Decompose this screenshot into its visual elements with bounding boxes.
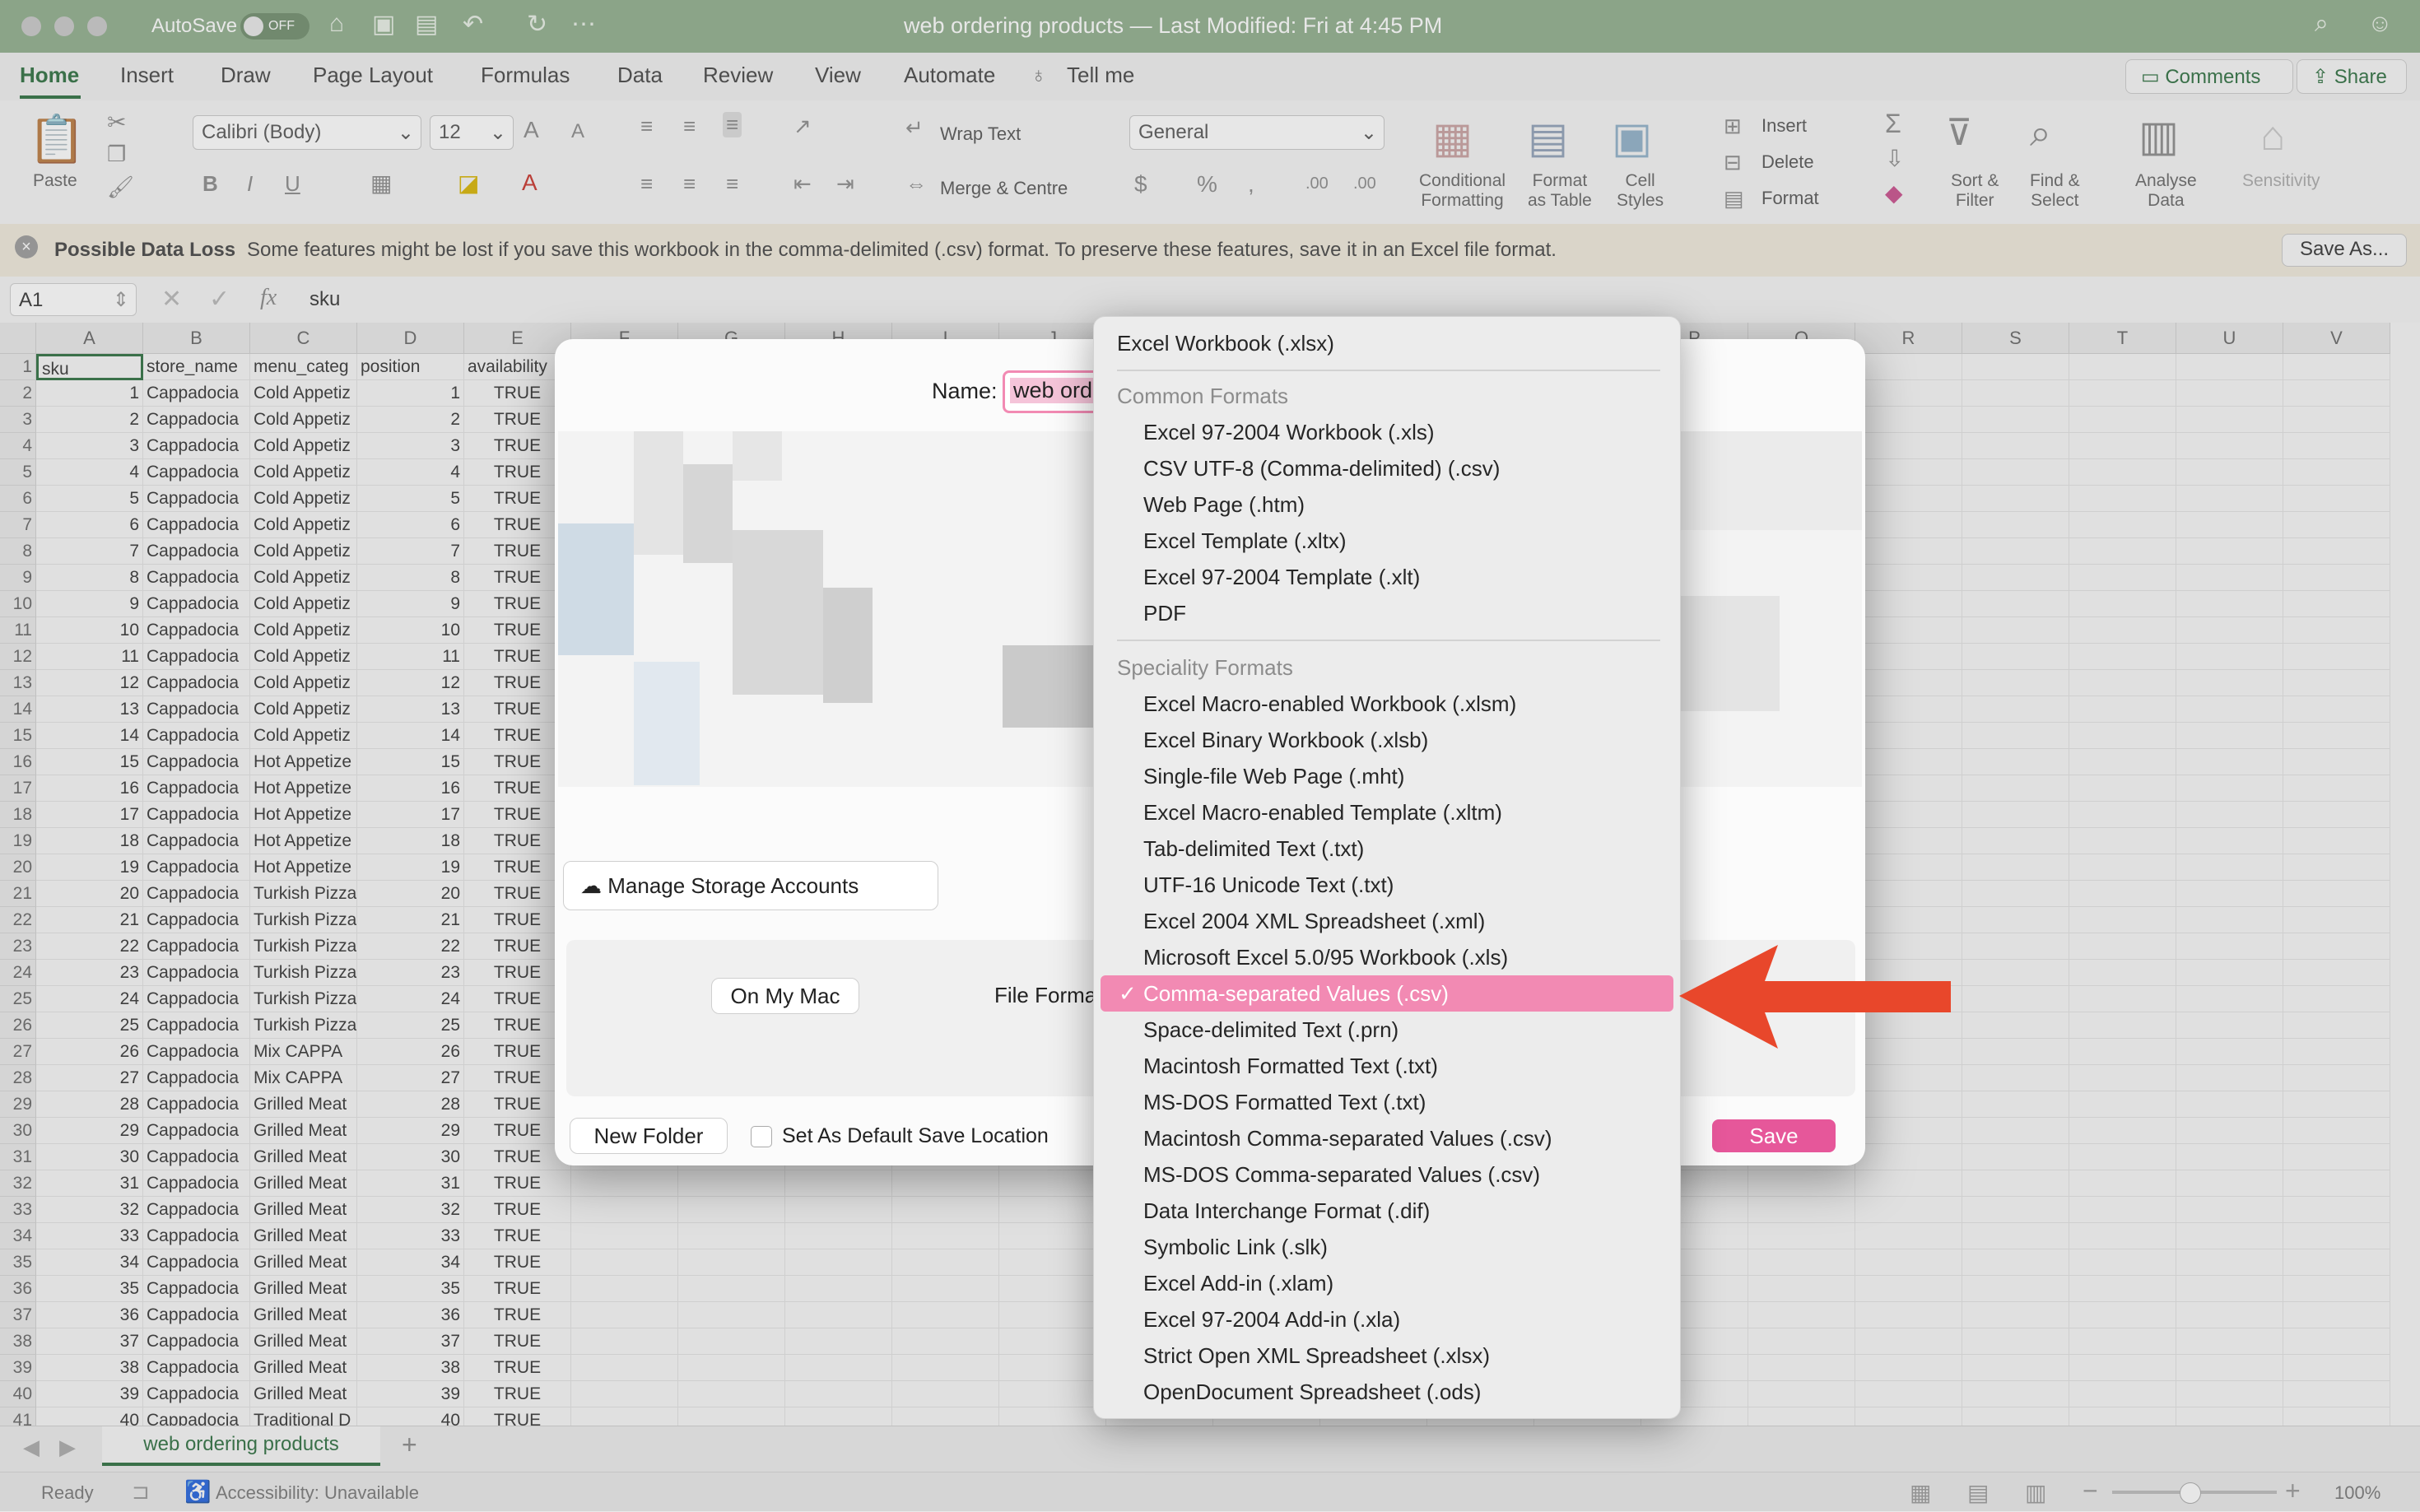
format-option[interactable]: Excel Workbook (.xlsx) <box>1117 327 1334 360</box>
format-option[interactable]: Excel Add-in (.xlam) <box>1143 1267 1333 1300</box>
format-option[interactable]: Strict Open XML Spreadsheet (.xlsx) <box>1143 1339 1490 1372</box>
menu-separator <box>1117 370 1660 371</box>
name-label: Name: <box>932 379 998 403</box>
format-option[interactable]: Excel Binary Workbook (.xlsb) <box>1143 723 1428 756</box>
format-option[interactable]: Excel Macro-enabled Workbook (.xlsm) <box>1143 687 1516 720</box>
format-option[interactable]: Excel 97-2004 Template (.xlt) <box>1143 561 1420 593</box>
format-option[interactable]: Macintosh Comma-separated Values (.csv) <box>1143 1122 1552 1155</box>
default-location-checkbox[interactable] <box>751 1126 772 1147</box>
format-option[interactable]: Data Interchange Format (.dif) <box>1143 1194 1430 1227</box>
format-option[interactable]: OpenDocument Spreadsheet (.ods) <box>1143 1375 1481 1408</box>
format-option[interactable]: PDF <box>1143 597 1186 630</box>
format-option[interactable]: Microsoft Excel 5.0/95 Workbook (.xls) <box>1143 941 1508 974</box>
on-my-mac-button[interactable]: On My Mac <box>711 978 859 1014</box>
format-option[interactable]: Tab-delimited Text (.txt) <box>1143 832 1364 865</box>
manage-storage-label: Manage Storage Accounts <box>607 873 859 898</box>
format-option-selected[interactable]: Comma-separated Values (.csv) <box>1143 977 1449 1010</box>
checkmark-icon: ✓ <box>1119 981 1137 1006</box>
format-option[interactable]: Excel 2004 XML Spreadsheet (.xml) <box>1143 905 1485 937</box>
save-button[interactable]: Save <box>1712 1119 1836 1152</box>
format-option[interactable]: MS-DOS Formatted Text (.txt) <box>1143 1086 1426 1119</box>
menu-separator <box>1117 640 1660 641</box>
format-option[interactable]: Excel Template (.xltx) <box>1143 524 1347 557</box>
file-format-menu: Excel Workbook (.xlsx) Common Formats Exce… <box>1093 316 1681 1419</box>
format-option[interactable]: MS-DOS Comma-separated Values (.csv) <box>1143 1158 1540 1191</box>
cloud-plus-icon: ☁ <box>580 873 608 898</box>
format-option[interactable]: Macintosh Formatted Text (.txt) <box>1143 1049 1438 1082</box>
format-option[interactable]: Space-delimited Text (.prn) <box>1143 1013 1398 1046</box>
menu-section-header: Speciality Formats <box>1117 655 1293 680</box>
manage-storage-button[interactable]: ☁ Manage Storage Accounts <box>563 861 938 910</box>
format-option[interactable]: Symbolic Link (.slk) <box>1143 1231 1328 1263</box>
format-option[interactable]: Web Page (.htm) <box>1143 488 1305 521</box>
format-option[interactable]: Excel 97-2004 Add-in (.xla) <box>1143 1303 1400 1336</box>
format-option[interactable]: CSV UTF-8 (Comma-delimited) (.csv) <box>1143 452 1500 485</box>
file-format-label: File Format: <box>994 983 1109 1007</box>
format-option[interactable]: UTF-16 Unicode Text (.txt) <box>1143 868 1394 901</box>
format-option[interactable]: Single-file Web Page (.mht) <box>1143 760 1404 793</box>
menu-section-header: Common Formats <box>1117 384 1289 408</box>
red-arrow-annotation <box>1679 945 1951 1049</box>
default-location-label: Set As Default Save Location <box>782 1124 1049 1147</box>
format-option[interactable]: Excel 97-2004 Workbook (.xls) <box>1143 416 1435 449</box>
new-folder-button[interactable]: New Folder <box>570 1118 728 1154</box>
format-option[interactable]: Excel Macro-enabled Template (.xltm) <box>1143 796 1502 829</box>
